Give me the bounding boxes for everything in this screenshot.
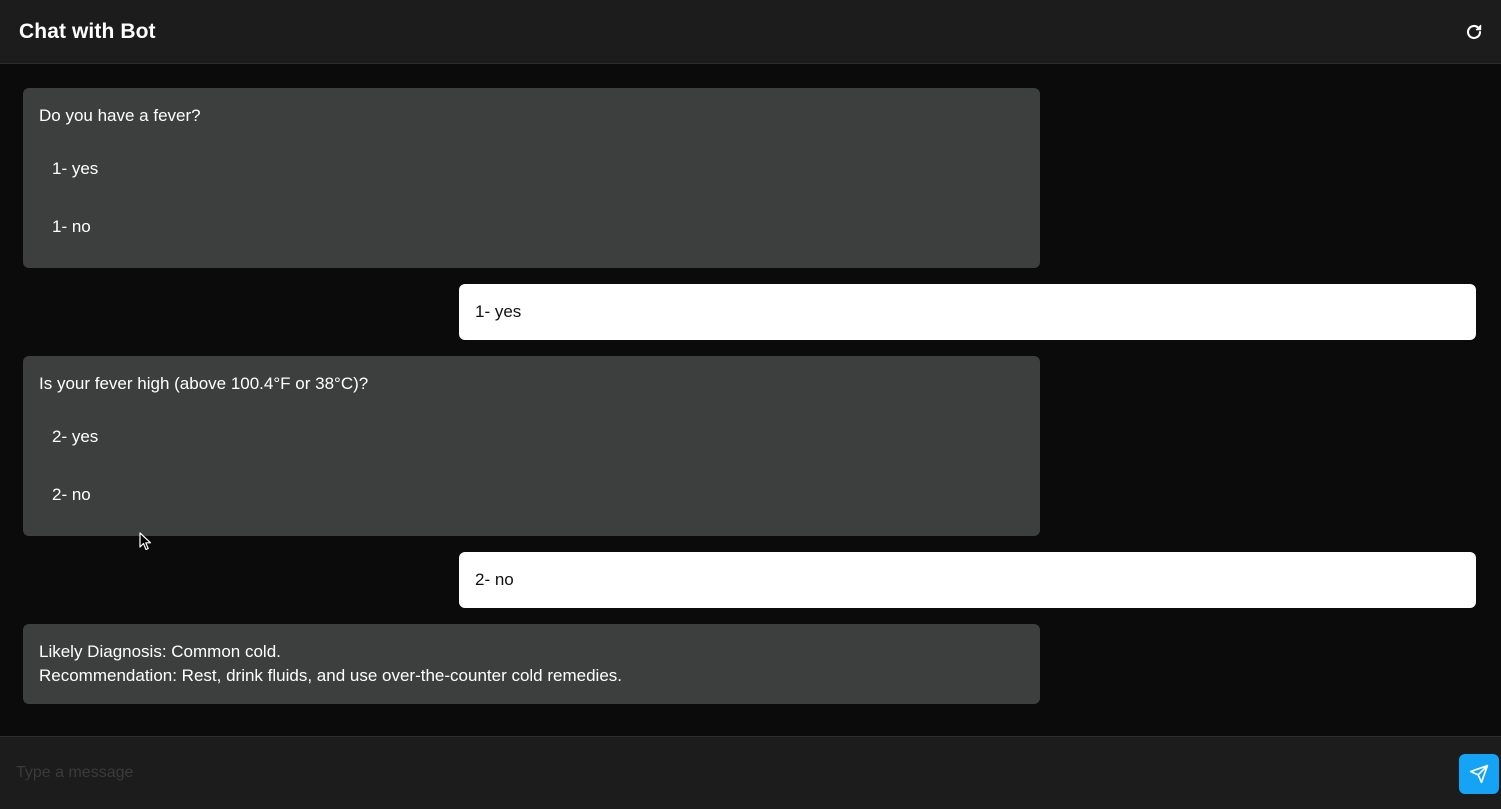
user-message-text: 2- no [475, 570, 514, 589]
send-icon [1469, 764, 1489, 784]
message-list[interactable]: Do you have a fever? 1- yes 1- no 1- yes… [0, 64, 1501, 736]
mouse-cursor-icon [139, 532, 152, 551]
bot-message: Do you have a fever? 1- yes 1- no [23, 88, 1040, 268]
answer-option[interactable]: 2- no [52, 483, 91, 507]
refresh-icon [1466, 24, 1482, 39]
message-composer [0, 736, 1501, 809]
diagnosis-message: Likely Diagnosis: Common cold. Recommend… [23, 624, 1040, 704]
bot-question: Is your fever high (above 100.4°F or 38°… [39, 374, 369, 393]
send-button[interactable] [1459, 754, 1499, 794]
diagnosis-line: Likely Diagnosis: Common cold. [39, 642, 281, 661]
chat-app: Chat with Bot Do you have a fever? 1- ye… [0, 0, 1501, 809]
recommendation-line: Recommendation: Rest, drink fluids, and … [39, 666, 623, 685]
bot-message: Is your fever high (above 100.4°F or 38°… [23, 356, 1040, 536]
user-message: 2- no [459, 552, 1476, 608]
message-input[interactable] [16, 755, 1436, 791]
answer-option[interactable]: 2- yes [52, 425, 98, 449]
answer-option[interactable]: 1- no [52, 215, 91, 239]
refresh-button[interactable] [1463, 21, 1485, 43]
bot-question: Do you have a fever? [39, 106, 201, 125]
answer-option[interactable]: 1- yes [52, 157, 98, 181]
page-title: Chat with Bot [19, 19, 156, 43]
user-message: 1- yes [459, 284, 1476, 340]
user-message-text: 1- yes [475, 302, 522, 321]
chat-header: Chat with Bot [0, 0, 1501, 64]
